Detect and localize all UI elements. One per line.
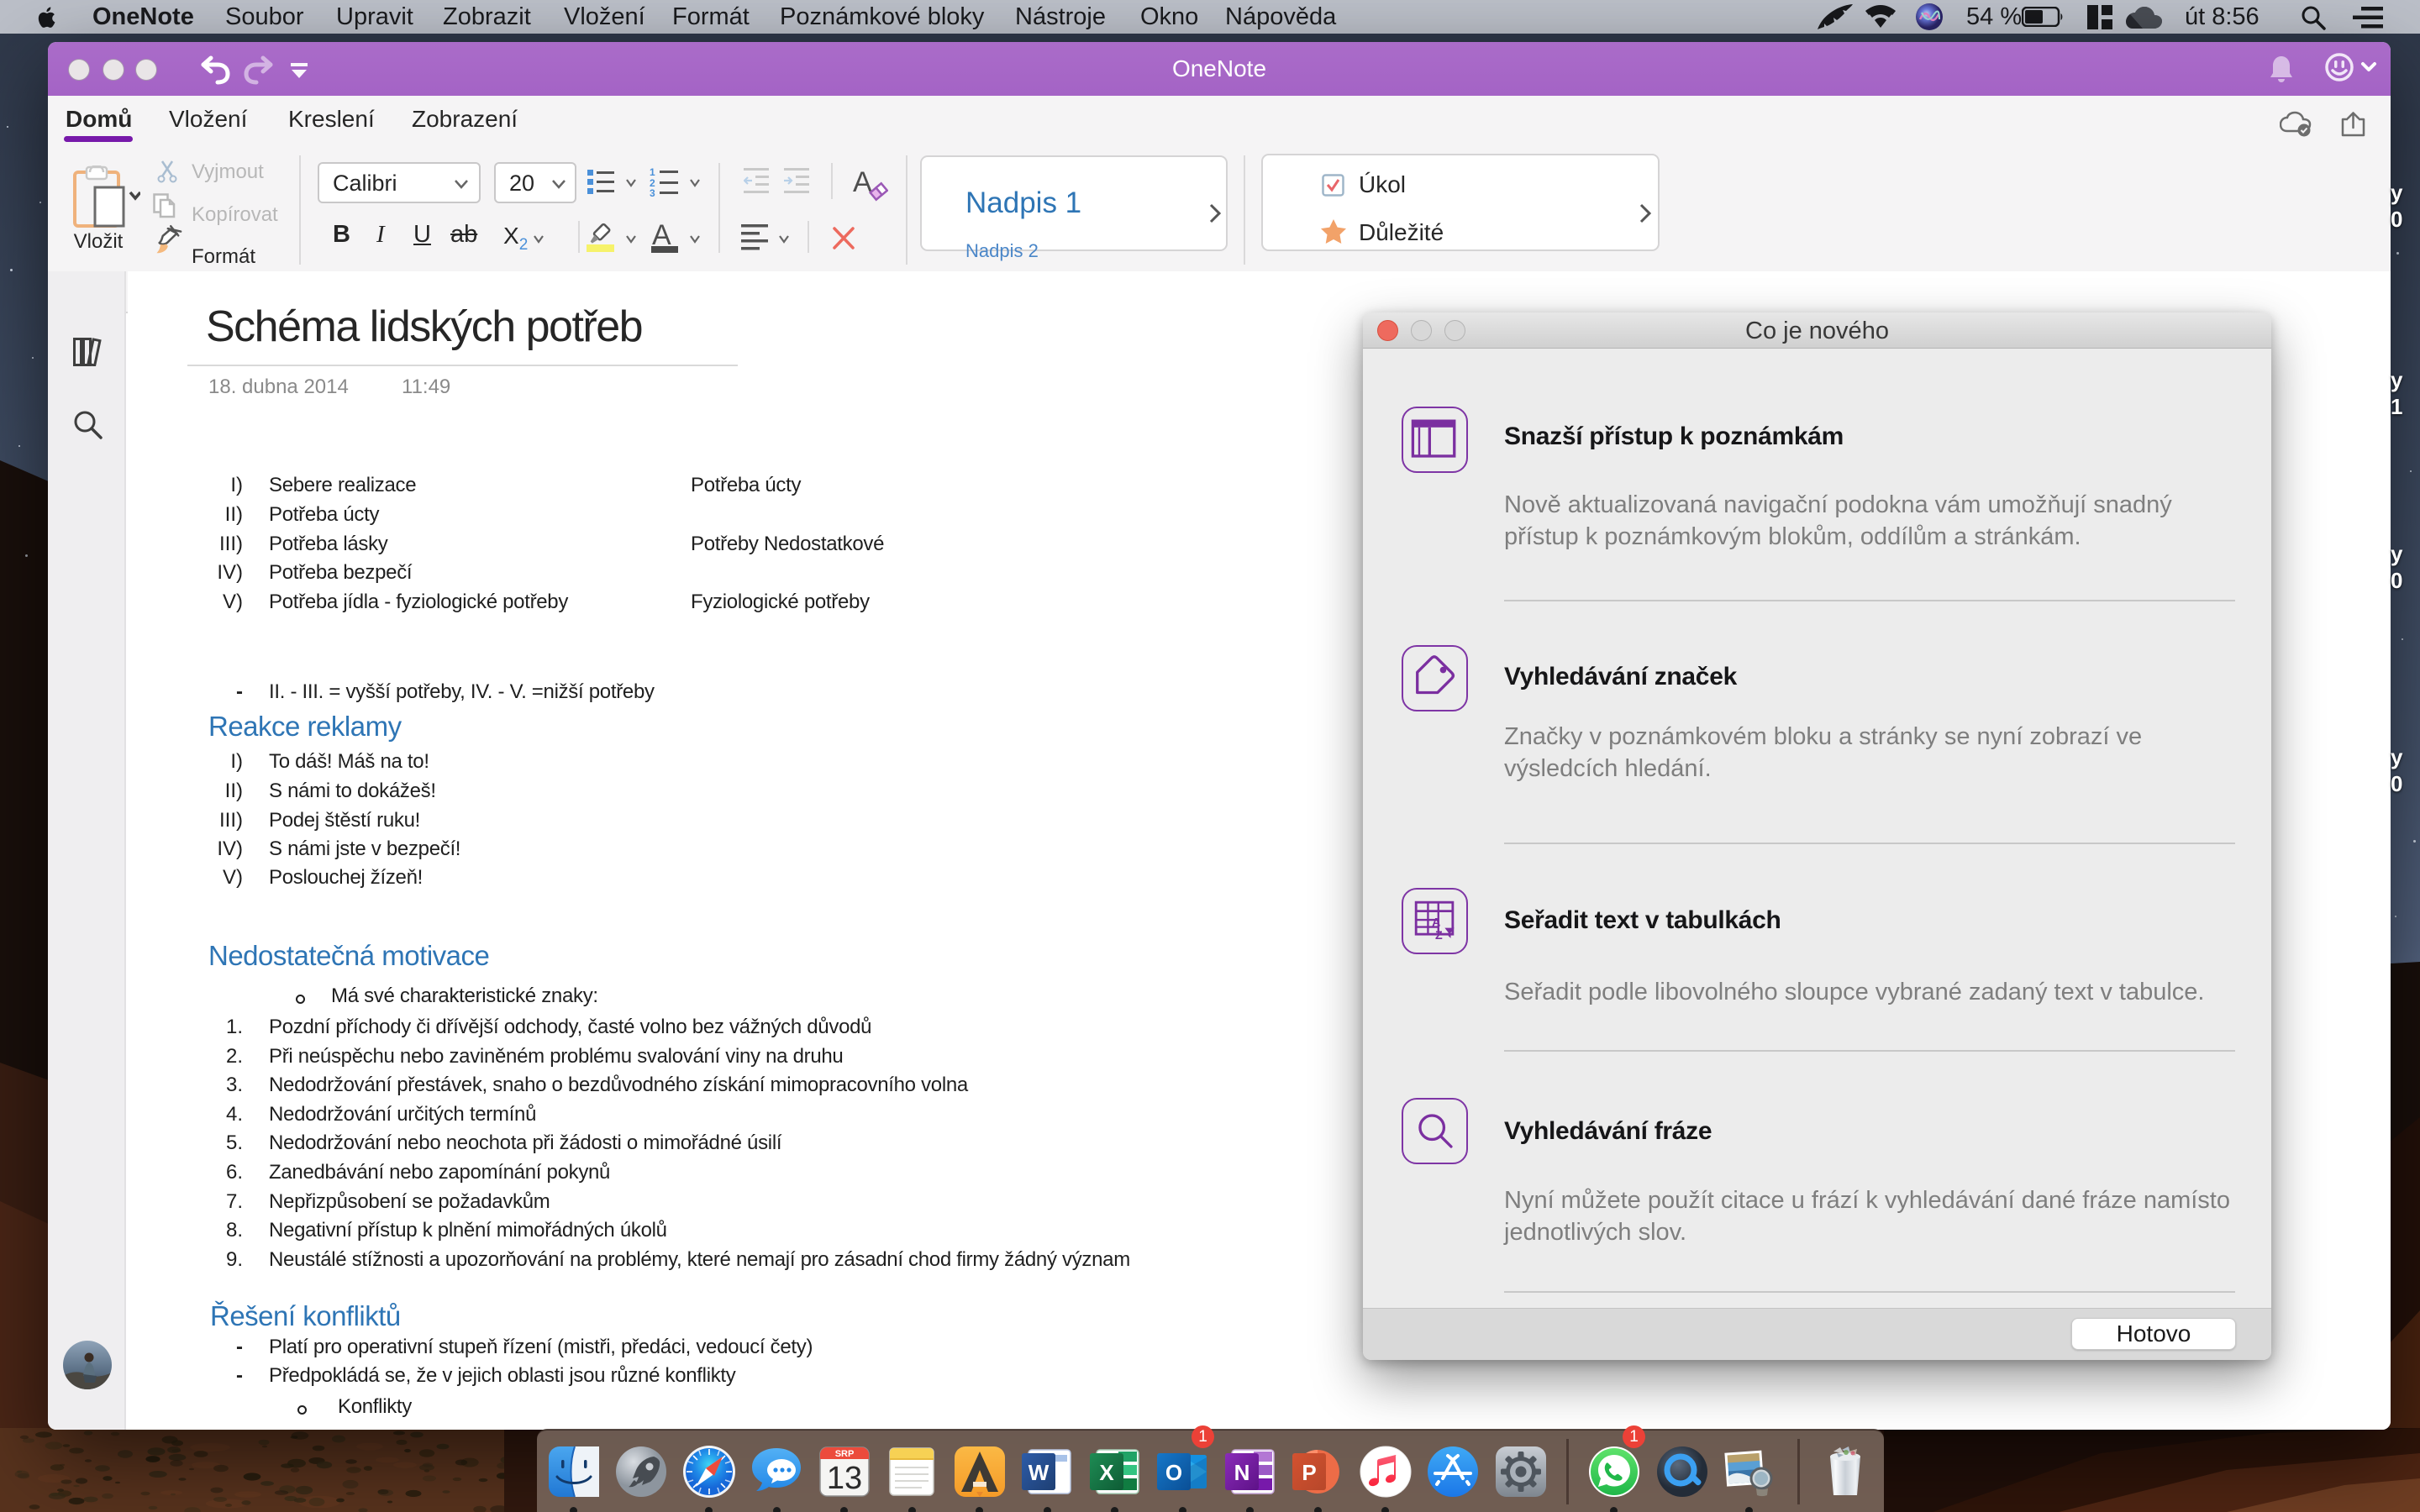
svg-text:P: P <box>1302 1460 1316 1485</box>
svg-text:X: X <box>1099 1460 1114 1485</box>
svg-text:13: 13 <box>827 1461 862 1496</box>
svg-text:Z: Z <box>1435 929 1443 942</box>
svg-text:A: A <box>1432 916 1440 930</box>
svg-text:N: N <box>1234 1460 1250 1485</box>
svg-text:3: 3 <box>650 187 655 197</box>
svg-text:A: A <box>853 166 872 198</box>
svg-text:W: W <box>1028 1460 1050 1485</box>
svg-text:1: 1 <box>650 166 655 178</box>
svg-text:SRP: SRP <box>835 1449 855 1459</box>
svg-text:O: O <box>1165 1460 1182 1485</box>
